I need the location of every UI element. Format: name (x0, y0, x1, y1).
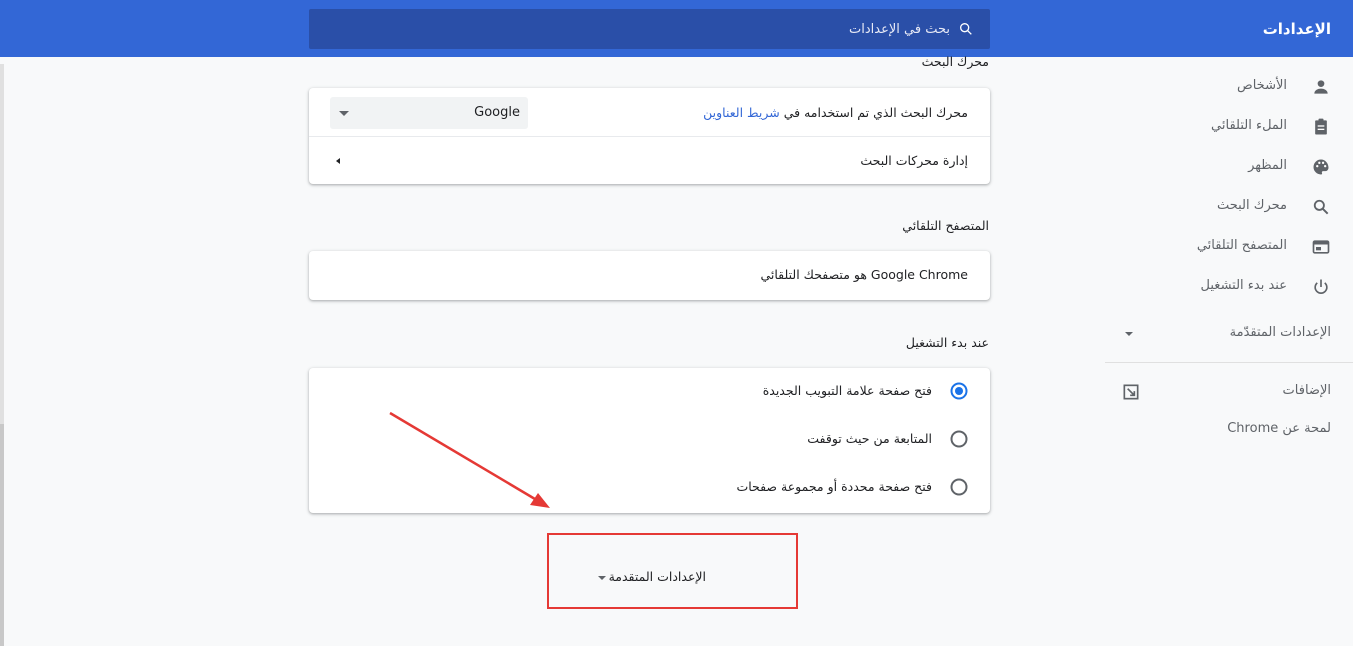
sidebar-advanced-toggle[interactable]: الإعدادات المتقدّمة (1121, 319, 1331, 349)
startup-option-label: فتح صفحة محددة أو مجموعة صفحات (736, 479, 932, 494)
search-box[interactable] (309, 9, 990, 49)
manage-search-engines-label[interactable]: إدارة محركات البحث (860, 153, 968, 168)
person-icon (1314, 80, 1328, 94)
search-icon (1313, 199, 1329, 215)
sidebar-extensions-label: الإضافات (1282, 383, 1331, 398)
sidebar-item-appearance[interactable]: المظهر (1121, 152, 1331, 182)
sidebar-item-autofill[interactable]: الملء التلقائي (1121, 112, 1331, 142)
address-bar-link[interactable]: شريط العناوين (703, 105, 780, 120)
sidebar-item-label: الملء التلقائي (1211, 118, 1287, 133)
sidebar-item-default-browser[interactable]: المتصفح التلقائي (1121, 232, 1331, 262)
sidebar-item-extensions[interactable]: الإضافات (1121, 377, 1331, 407)
sidebar-divider (1105, 362, 1353, 363)
sidebar-item-label: المتصفح التلقائي (1196, 238, 1287, 253)
search-engine-row-label: محرك البحث الذي تم استخدامه في شريط العن… (703, 105, 968, 120)
dropdown-arrow-icon (339, 111, 349, 116)
default-browser-status: Google Chrome هو متصفحك التلقائي (760, 267, 968, 282)
scrollbar-thumb[interactable] (0, 424, 4, 646)
top-bar: الإعدادات (0, 0, 1353, 57)
radio-unchecked-icon[interactable] (950, 478, 968, 496)
sidebar-item-about[interactable]: لمحة عن Chrome (1227, 421, 1331, 436)
startup-option-label: المتابعة من حيث توقفت (807, 431, 932, 446)
sidebar-item-label: الأشخاص (1237, 78, 1287, 93)
search-engine-card: محرك البحث الذي تم استخدامه في شريط العن… (309, 88, 990, 184)
sidebar-item-label: محرك البحث (1216, 198, 1287, 213)
sidebar-item-on-startup[interactable]: عند بدء التشغيل (1121, 272, 1331, 302)
search-engine-row-prefix: محرك البحث الذي تم استخدامه في (783, 105, 968, 120)
scrollbar-track (0, 64, 4, 424)
sidebar-advanced-label: الإعدادات المتقدّمة (1229, 325, 1331, 340)
sidebar-item-label: عند بدء التشغيل (1200, 278, 1287, 293)
chevron-down-icon (598, 576, 606, 580)
startup-option-label: فتح صفحة علامة التبويب الجديدة (762, 383, 932, 398)
advanced-settings-toggle[interactable]: الإعدادات المتقدمة (547, 533, 798, 609)
section-title-on-startup: عند بدء التشغيل (905, 335, 989, 350)
sidebar-item-search-engine[interactable]: محرك البحث (1121, 192, 1331, 222)
radio-checked-icon[interactable] (950, 382, 968, 400)
search-engine-selected: Google (474, 105, 520, 120)
annotation-arrow (389, 411, 550, 508)
sidebar: الأشخاص الملء التلقائي المظهر محرك البحث (1105, 57, 1353, 646)
search-icon (960, 22, 972, 35)
section-title-search-engine: محرك البحث (921, 54, 989, 69)
browser-icon (1312, 240, 1330, 254)
clipboard-icon (1315, 118, 1327, 135)
radio-unchecked-icon[interactable] (950, 430, 968, 448)
chevron-down-icon (1125, 332, 1133, 336)
default-browser-card: Google Chrome هو متصفحك التلقائي (309, 251, 990, 300)
section-title-default-browser: المتصفح التلقائي (902, 218, 989, 233)
row-divider (309, 136, 990, 137)
sidebar-item-people[interactable]: الأشخاص (1121, 72, 1331, 102)
search-engine-select[interactable]: Google (330, 97, 528, 129)
page-title: الإعدادات (1262, 20, 1331, 38)
startup-option-new-tab[interactable]: فتح صفحة علامة التبويب الجديدة (338, 380, 968, 404)
arrow-left-icon[interactable] (333, 156, 343, 166)
search-input[interactable] (350, 9, 950, 49)
external-link-icon (1123, 384, 1139, 400)
palette-icon (1313, 159, 1329, 175)
sidebar-item-label: المظهر (1248, 158, 1287, 173)
power-icon (1314, 279, 1328, 294)
advanced-settings-label: الإعدادات المتقدمة (608, 569, 706, 584)
